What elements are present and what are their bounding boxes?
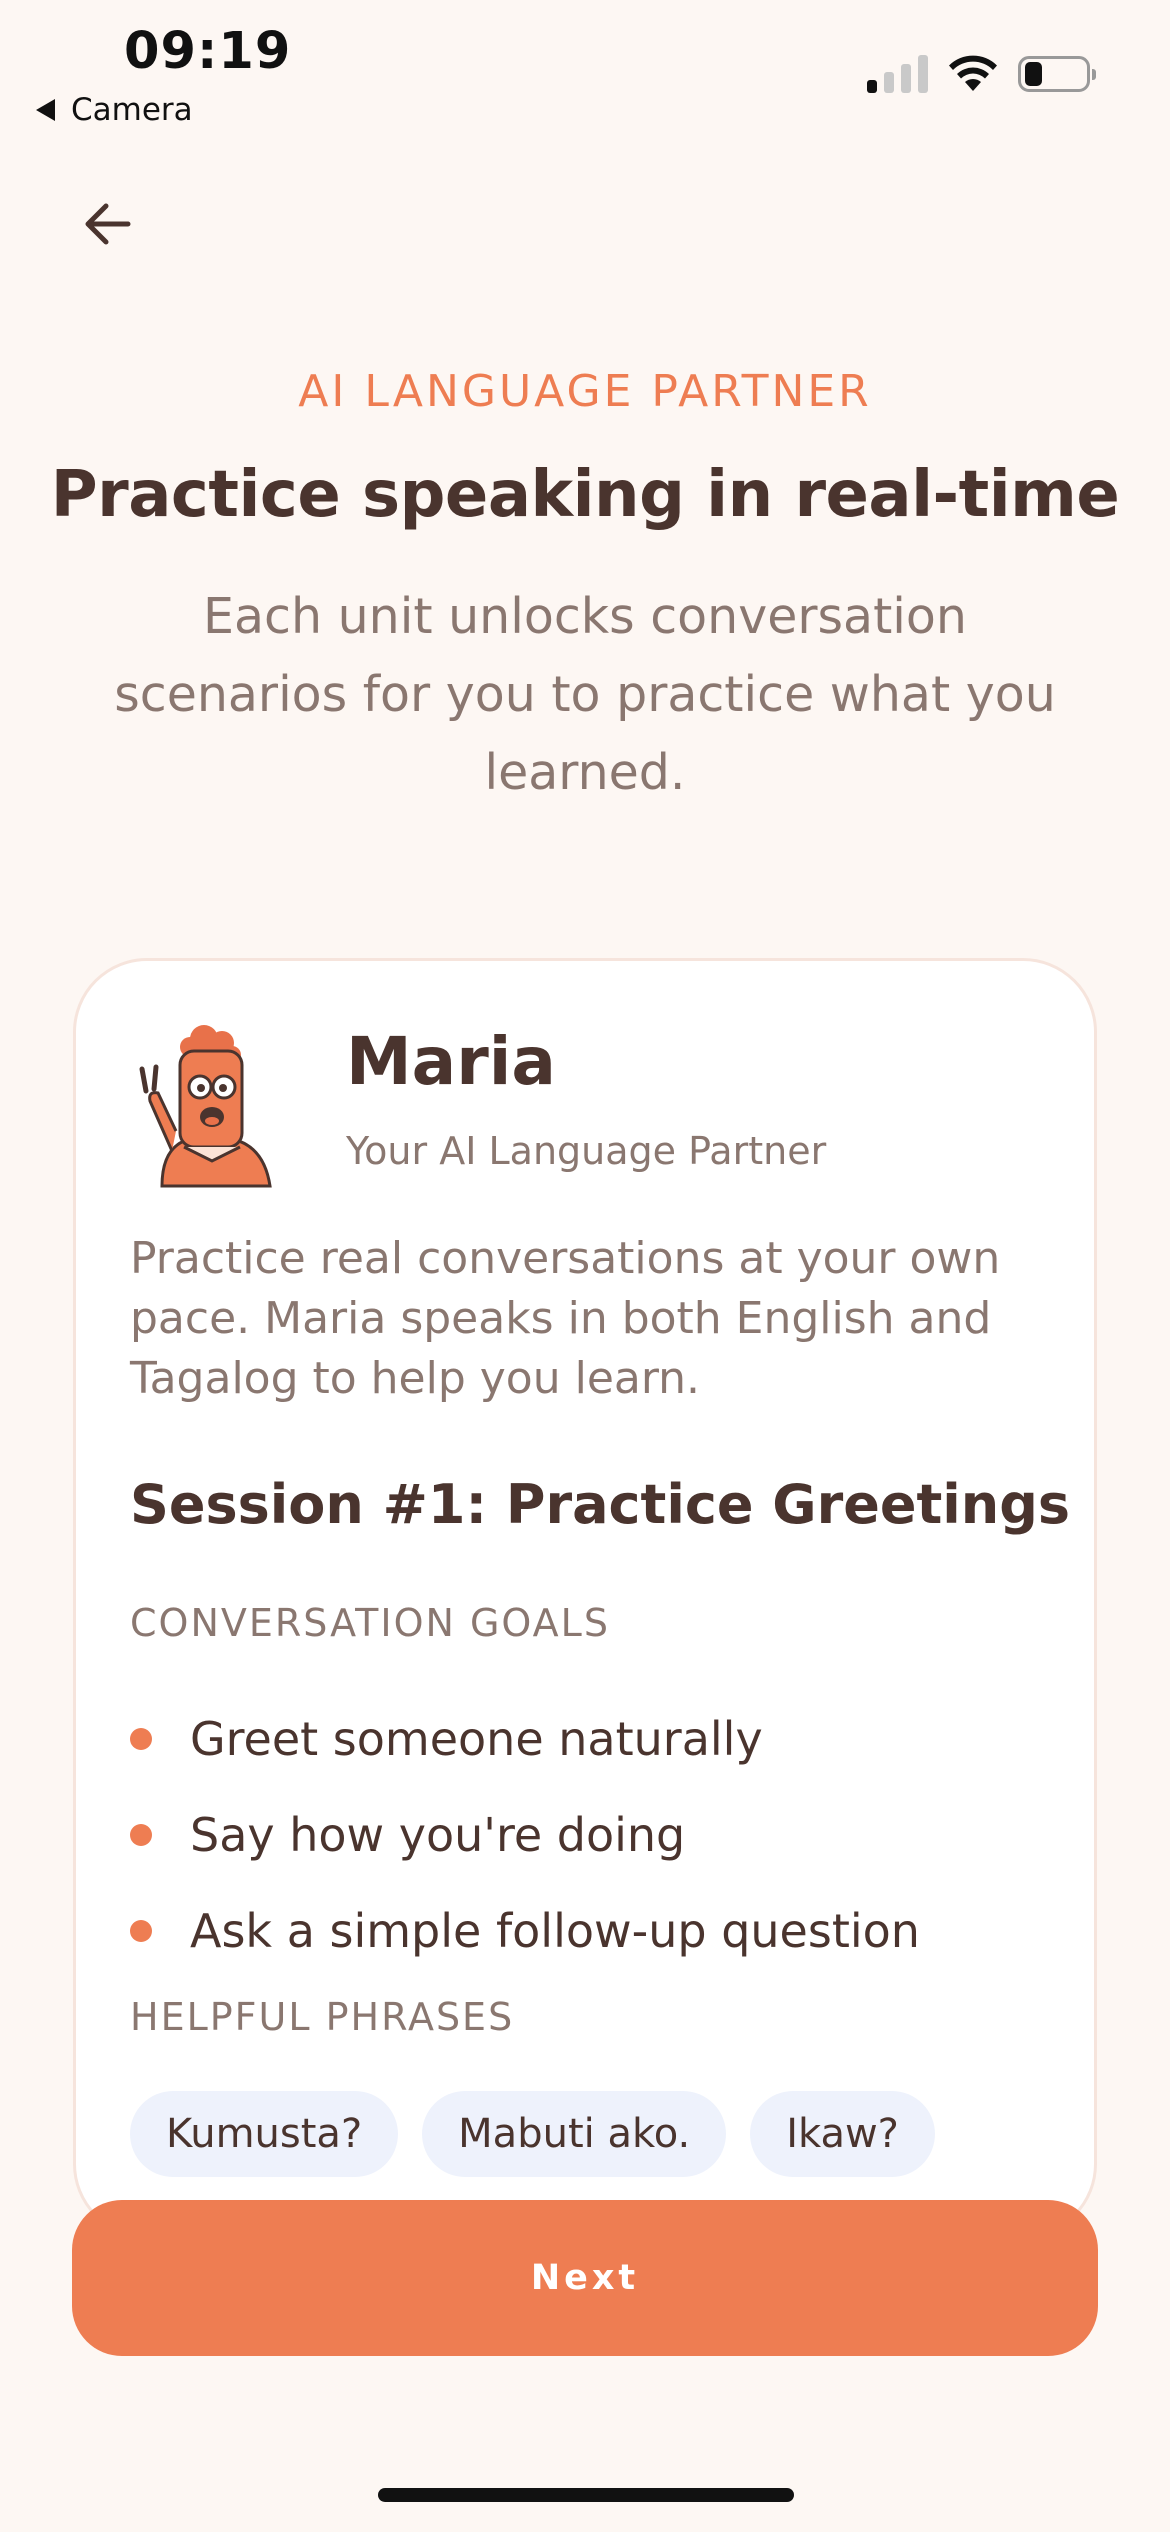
goal-item: Say how you're doing [130, 1787, 920, 1883]
page-subtitle: Each unit unlocks conversation scenarios… [114, 588, 1056, 801]
home-indicator[interactable] [378, 2488, 794, 2502]
next-button[interactable]: Next [72, 2200, 1098, 2356]
page-title: Practice speaking in real-time [50, 458, 1120, 532]
partner-role: Your AI Language Partner [346, 1129, 827, 1173]
back-triangle-icon [36, 99, 55, 121]
bullet-dot-icon [130, 1728, 152, 1750]
phrase-chip[interactable]: Mabuti ako. [422, 2091, 727, 2177]
partner-description: Practice real conversations at your own … [130, 1233, 1001, 1404]
status-back-to-app[interactable]: Camera [36, 92, 193, 128]
phrases-label: HELPFUL PHRASES [130, 1995, 515, 2039]
onboarding-screen: 09:19 Camera AI LANGUAGE PARTNER Practic… [0, 0, 1170, 2532]
status-time: 09:19 [124, 22, 292, 81]
phrase-chips: Kumusta? Mabuti ako. Ikaw? [130, 2091, 935, 2177]
goal-item: Greet someone naturally [130, 1691, 920, 1787]
maria-avatar-icon [139, 1025, 272, 1188]
phrase-chip[interactable]: Kumusta? [130, 2091, 399, 2177]
goal-text: Ask a simple follow-up question [190, 1904, 920, 1958]
cellular-signal-icon [867, 55, 928, 93]
status-icons [867, 55, 1096, 93]
bullet-dot-icon [130, 1920, 152, 1942]
eyebrow-label: AI LANGUAGE PARTNER [298, 366, 872, 417]
battery-icon [1018, 56, 1096, 92]
session-title: Session #1: Practice Greetings [130, 1473, 1071, 1536]
status-back-label: Camera [71, 92, 193, 128]
goal-text: Say how you're doing [190, 1808, 686, 1862]
goals-label: CONVERSATION GOALS [130, 1601, 610, 1645]
partner-name: Maria [346, 1023, 556, 1100]
goals-list: Greet someone naturally Say how you're d… [130, 1691, 920, 1979]
partner-card: Maria Your AI Language Partner Practice … [73, 958, 1097, 2238]
goal-item: Ask a simple follow-up question [130, 1883, 920, 1979]
goal-text: Greet someone naturally [190, 1712, 763, 1766]
phrase-chip[interactable]: Ikaw? [750, 2091, 935, 2177]
arrow-left-icon[interactable] [76, 192, 140, 256]
wifi-icon [949, 55, 997, 91]
bullet-dot-icon [130, 1824, 152, 1846]
